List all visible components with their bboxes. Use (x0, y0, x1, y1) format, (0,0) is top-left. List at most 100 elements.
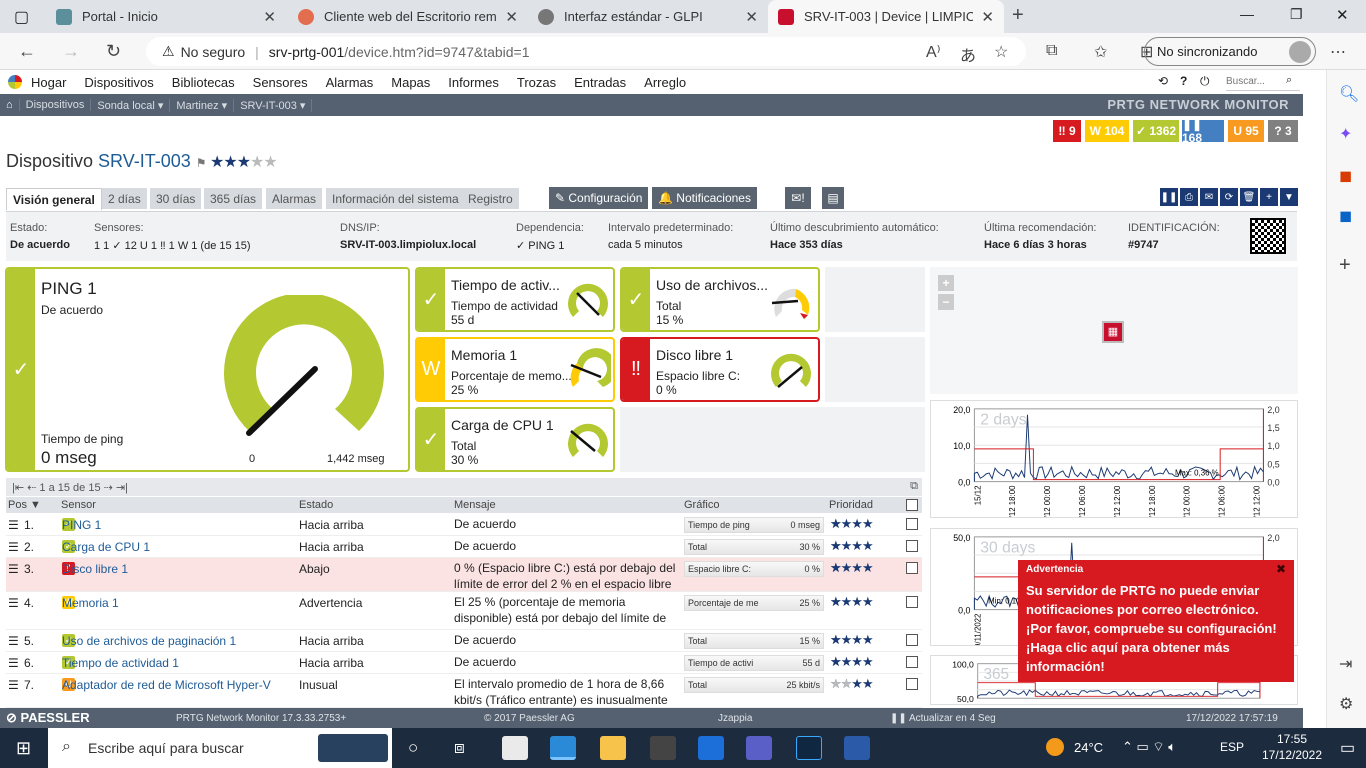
logout-icon[interactable]: ⏻ (1200, 74, 1210, 89)
reload-icon[interactable]: ↻ (106, 41, 121, 62)
outlook-app-icon[interactable] (698, 736, 724, 760)
col-pos[interactable]: Pos ▼ (8, 499, 41, 511)
mail-icon[interactable]: ✉ (1200, 188, 1218, 206)
taskbar-search[interactable]: ⌕ Escribe aquí para buscar (48, 728, 392, 768)
windows-start-icon[interactable]: ⊞ (16, 738, 31, 759)
gauge-disk-free[interactable]: ‼ Disco libre 1 Espacio libre C: 0 % (620, 337, 820, 402)
col-message[interactable]: Mensaje (454, 499, 496, 511)
badge-unusual[interactable]: U 95 (1228, 120, 1264, 142)
read-aloud-icon[interactable]: A⁾ (926, 42, 941, 62)
menu-sensors[interactable]: Sensores (244, 75, 317, 90)
sidebar-toggle-icon[interactable]: ⇥ (1339, 654, 1352, 674)
refresh-icon[interactable]: ⟲ (1158, 74, 1168, 88)
tab-overview[interactable]: Visión general (6, 188, 102, 210)
tab-365-days[interactable]: 365 días (204, 188, 263, 209)
tab-system-info[interactable]: Información del sistema (326, 188, 465, 209)
mini-graph[interactable]: Total 25 kbit/s (684, 677, 824, 693)
url-field[interactable]: ⚠ No seguro | srv-prtg-001/device.htm?id… (146, 37, 1026, 66)
gauge-uptime[interactable]: ✓ Tiempo de activ... Tiempo de actividad… (415, 267, 615, 332)
clock-date[interactable]: 17/12/2022 (1254, 748, 1330, 762)
store-app-icon[interactable] (650, 736, 676, 760)
teams-app-icon[interactable] (746, 736, 772, 760)
mini-graph[interactable]: Total 30 % (684, 539, 824, 555)
favorite-add-icon[interactable]: ☆ (994, 42, 1008, 62)
priority-stars[interactable]: ★★★★★ (210, 152, 278, 172)
browser-tab-1[interactable]: Portal - Inicio ✕ (46, 0, 286, 33)
office-icon[interactable]: ◼ (1339, 166, 1352, 186)
expand-icon[interactable]: ⧉ (910, 480, 918, 493)
menu-devices[interactable]: Dispositivos (75, 75, 162, 90)
menu-setup[interactable]: Arreglo (635, 75, 695, 90)
more-menu-icon[interactable]: ⋯ (1330, 42, 1346, 62)
settings-button[interactable]: ✎ Configuración (549, 187, 649, 209)
menu-logs[interactable]: Trozas (508, 75, 565, 90)
home-icon[interactable]: ⌂ (0, 99, 20, 111)
row-checkbox[interactable] (906, 518, 918, 530)
close-icon[interactable]: ✕ (263, 8, 276, 26)
breadcrumb-devices[interactable]: Dispositivos (20, 99, 92, 111)
breadcrumb-probe[interactable]: Sonda local ▾ (91, 98, 171, 112)
edge-app-icon[interactable] (550, 736, 576, 760)
col-sensor[interactable]: Sensor (61, 499, 96, 511)
menu-libraries[interactable]: Bibliotecas (163, 75, 244, 90)
mini-graph[interactable]: Porcentaje de me 25 % (684, 595, 824, 611)
drag-handle-icon[interactable]: ☰ (8, 596, 19, 610)
add-sensor-icon[interactable]: + (1260, 188, 1278, 206)
table-row[interactable]: ☰ 3. ‼ Disco libre 1 Abajo 0 % (Espacio libre… (6, 558, 922, 592)
table-row[interactable]: ☰ 4. W Memoria 1 Advertencia El 25 % (porcent… (6, 592, 922, 630)
badge-warning[interactable]: W 104 (1085, 120, 1129, 142)
dropdown-icon[interactable]: ▼ (1280, 188, 1298, 206)
cortana-icon[interactable]: ○ (408, 738, 418, 758)
gauge-cpu[interactable]: ✓ Carga de CPU 1 Total 30 % (415, 407, 615, 472)
tab-30-days[interactable]: 30 días (150, 188, 202, 209)
print-icon[interactable]: ⎙ (1180, 188, 1198, 206)
row-checkbox[interactable] (906, 540, 918, 552)
table-row[interactable]: ☰ 2. ✓ Carga de CPU 1 Hacia arriba De acuerdo… (6, 536, 922, 558)
language[interactable]: ESP (1220, 740, 1244, 754)
help-icon[interactable]: ? (1180, 74, 1187, 88)
temperature[interactable]: 24°C (1074, 740, 1103, 755)
menu-reports[interactable]: Informes (439, 75, 508, 90)
chart-2-days[interactable]: 2 days20,010,00,02,01,51,00,50,015/12 16/… (930, 400, 1298, 518)
mini-graph[interactable]: Espacio libre C: 0 % (684, 561, 824, 577)
gauge-pagefile[interactable]: ✓ Uso de archivos... Total 15 % (620, 267, 820, 332)
row-checkbox[interactable] (906, 634, 918, 646)
comment-icon[interactable]: ✉! (785, 187, 811, 209)
table-row[interactable]: ☰ 6. ✓ Tiempo de actividad 1 Hacia arriba De … (6, 652, 922, 674)
close-icon[interactable]: ✕ (981, 8, 994, 26)
drag-handle-icon[interactable]: ☰ (8, 634, 19, 648)
restore-icon[interactable]: ❐ (1290, 6, 1303, 23)
col-priority[interactable]: Prioridad (829, 499, 873, 511)
flag-icon[interactable]: ⚑ (196, 156, 207, 170)
outlook-icon[interactable]: ◼ (1339, 206, 1352, 226)
tray-icons[interactable]: ⌃ ▭ ⌔ 🔈︎ (1122, 739, 1176, 755)
profile-sync-button[interactable]: No sincronizando (1144, 37, 1316, 66)
notifications-button[interactable]: 🔔 Notificaciones (652, 187, 757, 209)
mini-graph[interactable]: Tiempo de ping 0 mseg (684, 517, 824, 533)
drag-handle-icon[interactable]: ☰ (8, 656, 19, 670)
file-explorer-icon[interactable] (600, 736, 626, 760)
browser-tab-2[interactable]: Cliente web del Escritorio remot ✕ (288, 0, 528, 33)
badge-unknown[interactable]: ? 3 (1268, 120, 1298, 142)
menu-maps[interactable]: Mapas (382, 75, 439, 90)
drag-handle-icon[interactable]: ☰ (8, 562, 19, 576)
close-icon[interactable]: ✕ (505, 8, 518, 26)
col-status[interactable]: Estado (299, 499, 333, 511)
notifications-icon[interactable]: ▭ (1340, 738, 1355, 758)
browser-tab-4[interactable]: SRV-IT-003 | Device | LIMPIOLUX ✕ (768, 0, 1004, 33)
menu-alarms[interactable]: Alarmas (317, 75, 383, 90)
gauge-memory[interactable]: W Memoria 1 Porcentaje de memo... 25 % (415, 337, 615, 402)
breadcrumb-group[interactable]: Martinez ▾ (170, 98, 235, 112)
row-checkbox[interactable] (906, 656, 918, 668)
alert-body[interactable]: Su servidor de PRTG no puede enviar noti… (1026, 581, 1286, 676)
table-row[interactable]: ☰ 5. ✓ Uso de archivos de paginación 1 Hacia… (6, 630, 922, 652)
row-checkbox[interactable] (906, 562, 918, 574)
task-view-icon[interactable]: ⧈ (454, 738, 465, 758)
table-row[interactable]: ☰ 1. ✓ PING 1 Hacia arriba De acuerdo Tiempo d… (6, 514, 922, 536)
drag-handle-icon[interactable]: ☰ (8, 678, 19, 692)
mini-graph[interactable]: Tiempo de activi 55 d (684, 655, 824, 671)
tab-actions-icon[interactable]: ▢ (14, 7, 29, 27)
extensions-icon[interactable]: ⧉ (1046, 42, 1057, 60)
discover-icon[interactable]: ✦ (1339, 124, 1352, 144)
minimize-icon[interactable]: — (1240, 6, 1254, 22)
